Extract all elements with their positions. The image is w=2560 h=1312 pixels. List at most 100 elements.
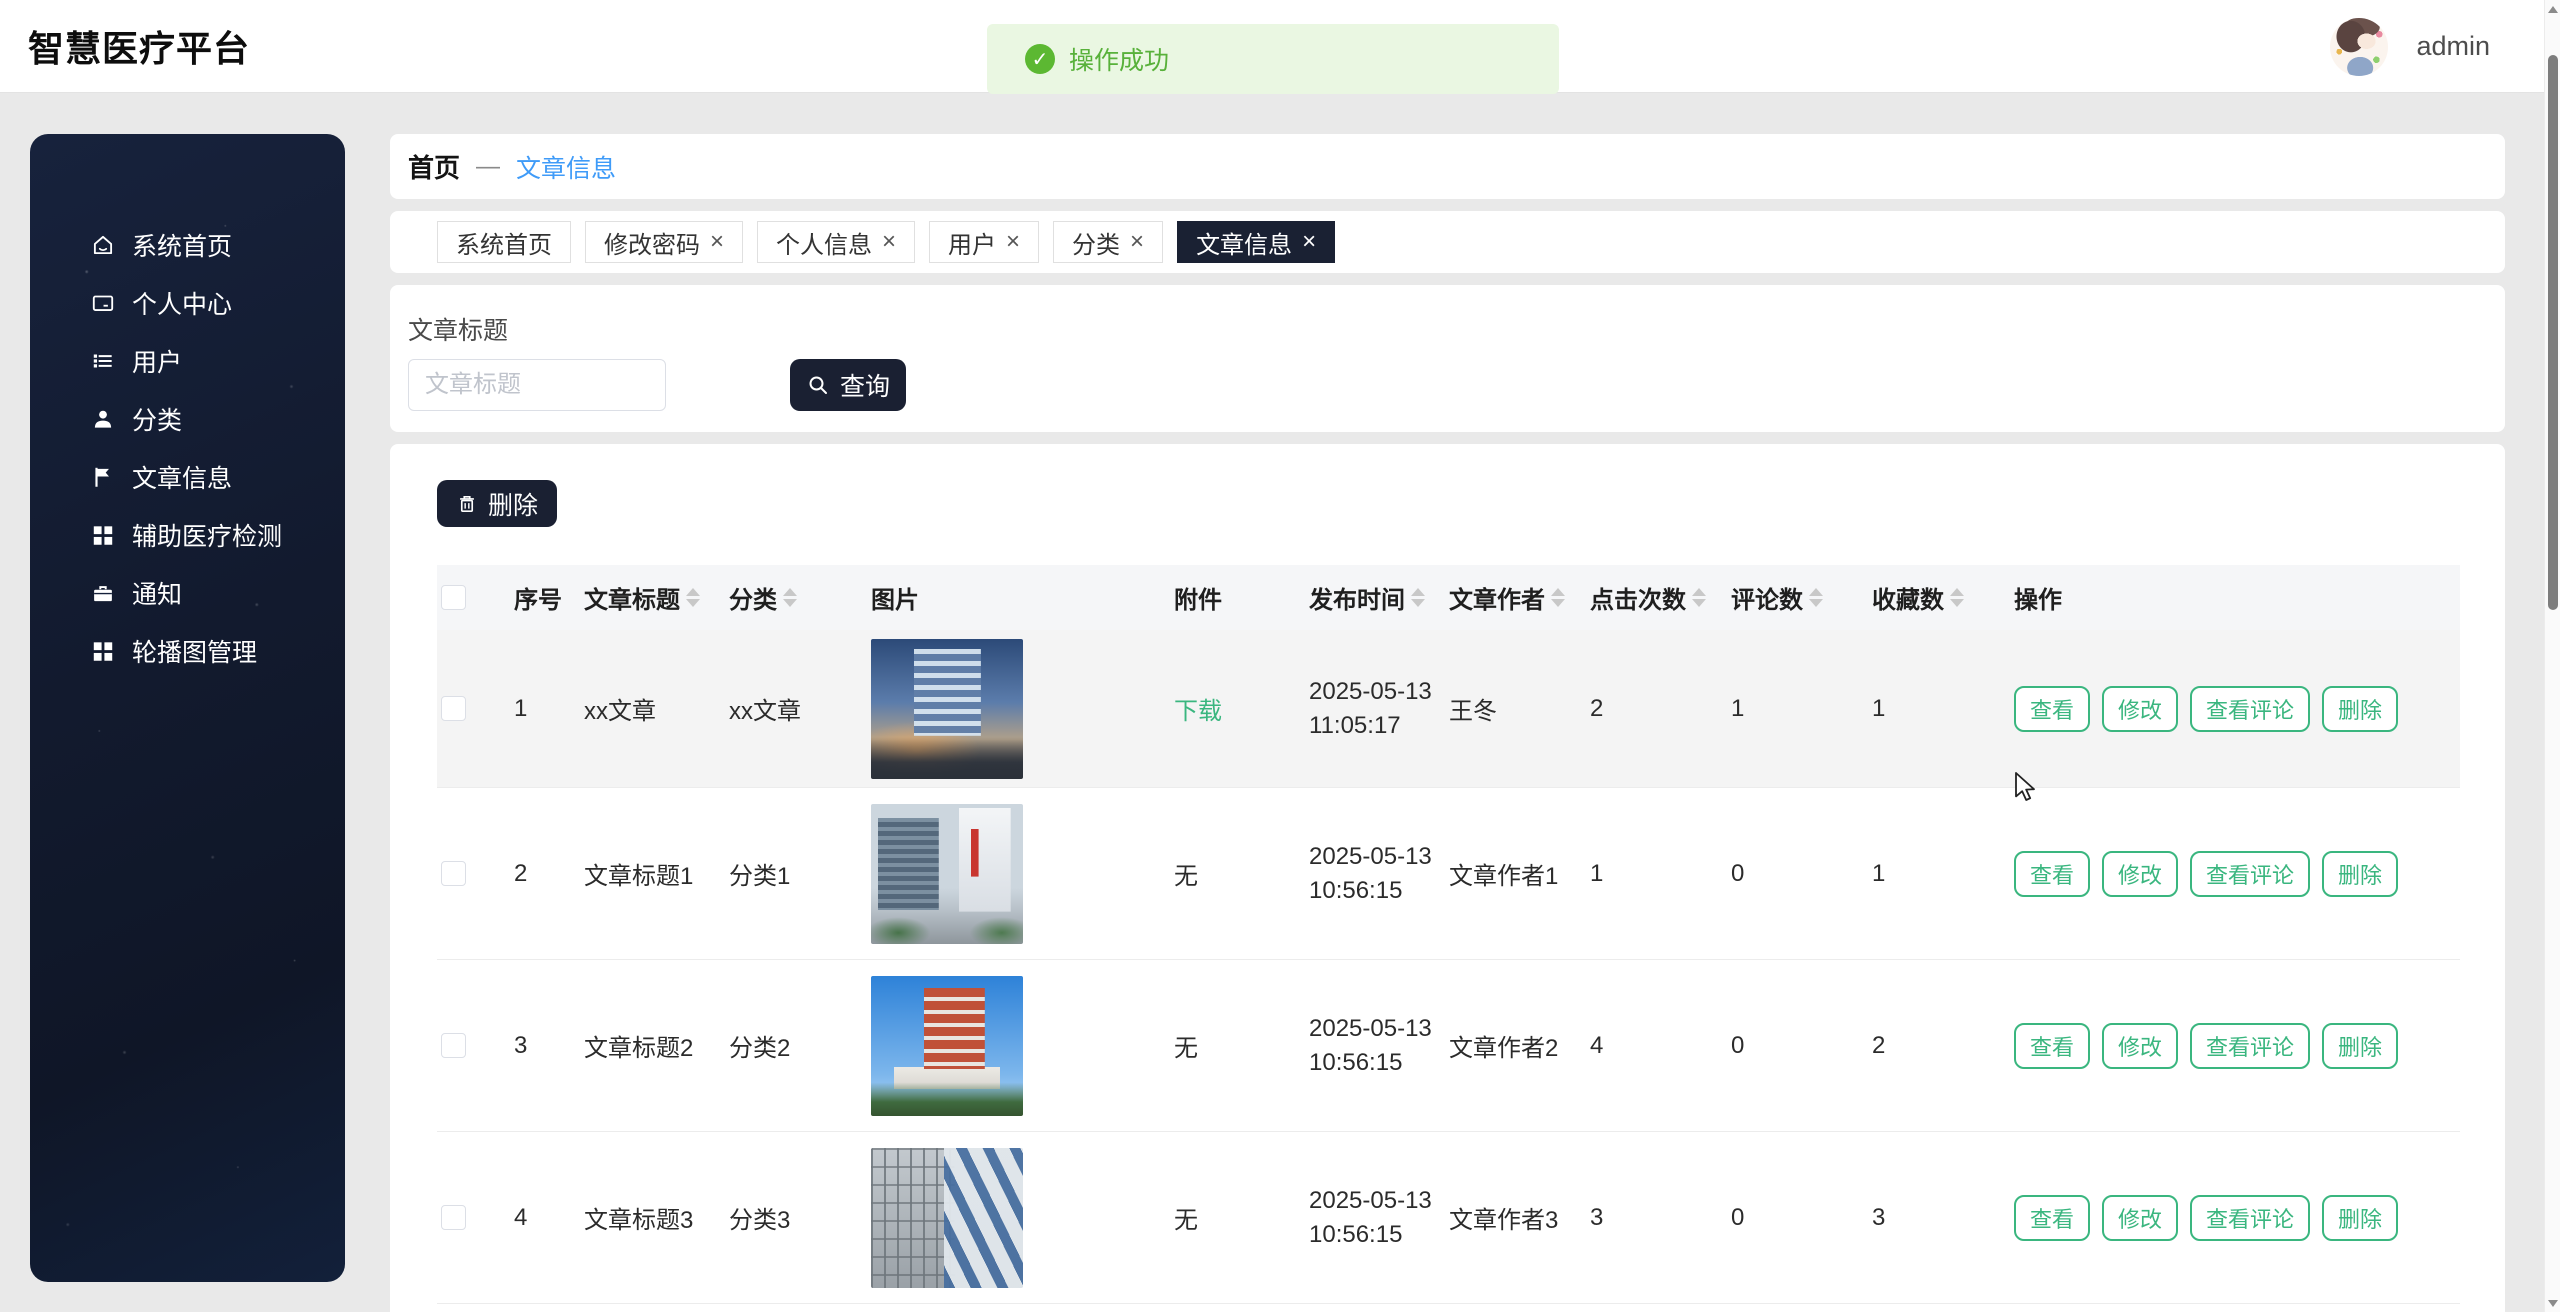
- article-image: [871, 639, 1023, 779]
- sidebar-item-personal-center[interactable]: 个人中心: [30, 274, 345, 332]
- table-row: 3 文章标题2 分类2 无 2025-05-13 10:56:15 文章作者2 …: [437, 960, 2460, 1132]
- briefcase-icon: [90, 580, 116, 606]
- column-header[interactable]: 序号: [514, 580, 584, 615]
- article-title: xx文章: [584, 691, 729, 726]
- column-header[interactable]: 点击次数: [1590, 580, 1731, 615]
- tab[interactable]: 文章信息 ×: [1177, 221, 1335, 263]
- publish-clock: 10:56:15: [1309, 877, 1402, 905]
- column-header-label: 文章标题: [584, 580, 680, 615]
- sort-icon[interactable]: [686, 588, 700, 607]
- sidebar-item-articles[interactable]: 文章信息: [30, 448, 345, 506]
- close-icon[interactable]: ×: [710, 230, 724, 254]
- edit-button[interactable]: 修改: [2102, 686, 2178, 732]
- sidebar-item-carousel-management[interactable]: 轮播图管理: [30, 622, 345, 680]
- person-icon: [90, 406, 116, 432]
- close-icon[interactable]: ×: [1302, 230, 1316, 254]
- scroll-down-arrow-icon[interactable]: [2545, 1294, 2560, 1312]
- view-button[interactable]: 查看: [2014, 1023, 2090, 1069]
- delete-row-button[interactable]: 删除: [2322, 686, 2398, 732]
- breadcrumb-current[interactable]: 文章信息: [516, 149, 616, 185]
- query-button[interactable]: 查询: [790, 359, 906, 411]
- attachment-link[interactable]: 无: [1174, 1028, 1198, 1063]
- sidebar-item-categories[interactable]: 分类: [30, 390, 345, 448]
- view-button[interactable]: 查看: [2014, 686, 2090, 732]
- delete-row-button[interactable]: 删除: [2322, 851, 2398, 897]
- sort-icon[interactable]: [1411, 588, 1425, 607]
- attachment-link[interactable]: 无: [1174, 856, 1198, 891]
- article-title-input[interactable]: [408, 359, 666, 411]
- tab[interactable]: 系统首页: [437, 221, 571, 263]
- row-checkbox[interactable]: [441, 696, 466, 721]
- scrollbar-thumb[interactable]: [2548, 55, 2558, 610]
- column-header[interactable]: 评论数: [1731, 580, 1872, 615]
- sort-icon[interactable]: [783, 588, 797, 607]
- publish-date: 2025-05-13: [1309, 678, 1432, 706]
- user-menu[interactable]: admin: [2330, 0, 2490, 93]
- sidebar-item-label: 文章信息: [132, 459, 232, 495]
- sidebar-item-notifications[interactable]: 通知: [30, 564, 345, 622]
- column-header[interactable]: 文章标题: [584, 580, 729, 615]
- sidebar-item-system-home[interactable]: 系统首页: [30, 216, 345, 274]
- column-header[interactable]: 图片: [871, 580, 1174, 615]
- article-category: xx文章: [729, 691, 871, 726]
- breadcrumb-home[interactable]: 首页: [408, 148, 460, 185]
- close-icon[interactable]: ×: [1130, 230, 1144, 254]
- row-actions: 查看 修改 查看评论 删除: [2014, 1195, 2460, 1241]
- search-icon: [806, 373, 830, 397]
- row-actions: 查看 修改 查看评论 删除: [2014, 851, 2460, 897]
- sidebar-item-assist-medical-detection[interactable]: 辅助医疗检测: [30, 506, 345, 564]
- row-checkbox[interactable]: [441, 861, 466, 886]
- column-header-label: 序号: [514, 580, 562, 615]
- tab[interactable]: 用户 ×: [929, 221, 1039, 263]
- row-checkbox[interactable]: [441, 1033, 466, 1058]
- view-comments-button[interactable]: 查看评论: [2190, 1023, 2310, 1069]
- select-all-checkbox[interactable]: [441, 585, 466, 610]
- column-header[interactable]: 文章作者: [1449, 580, 1590, 615]
- sort-icon[interactable]: [1950, 588, 1964, 607]
- tab-bar: 系统首页 修改密码 × 个人信息 × 用户 × 分类 ×: [390, 211, 2505, 273]
- edit-button[interactable]: 修改: [2102, 851, 2178, 897]
- tab[interactable]: 个人信息 ×: [757, 221, 915, 263]
- sidebar: 系统首页 个人中心 用户 分类 文章信息 辅助医疗检测 通知 轮播图管理: [30, 134, 345, 1282]
- column-header[interactable]: 收藏数: [1872, 580, 2014, 615]
- column-header[interactable]: 附件: [1174, 580, 1309, 615]
- column-header[interactable]: 操作: [2014, 580, 2460, 615]
- article-author: 王冬: [1449, 691, 1590, 726]
- row-index: 1: [514, 695, 584, 723]
- delete-row-button[interactable]: 删除: [2322, 1023, 2398, 1069]
- publish-clock: 10:56:15: [1309, 1221, 1402, 1249]
- view-comments-button[interactable]: 查看评论: [2190, 851, 2310, 897]
- edit-button[interactable]: 修改: [2102, 1195, 2178, 1241]
- edit-button[interactable]: 修改: [2102, 1023, 2178, 1069]
- search-field-label: 文章标题: [408, 311, 2505, 347]
- sort-icon[interactable]: [1692, 588, 1706, 607]
- column-header[interactable]: 分类: [729, 580, 871, 615]
- tab[interactable]: 修改密码 ×: [585, 221, 743, 263]
- view-comments-button[interactable]: 查看评论: [2190, 1195, 2310, 1241]
- delete-button[interactable]: 删除: [437, 480, 557, 527]
- view-comments-button[interactable]: 查看评论: [2190, 686, 2310, 732]
- sort-icon[interactable]: [1551, 588, 1565, 607]
- tab[interactable]: 分类 ×: [1053, 221, 1163, 263]
- column-header[interactable]: 发布时间: [1309, 580, 1449, 615]
- sort-icon[interactable]: [1809, 588, 1823, 607]
- close-icon[interactable]: ×: [1006, 230, 1020, 254]
- column-header-label: 收藏数: [1872, 580, 1944, 615]
- favorite-count: 1: [1872, 695, 2014, 723]
- row-actions: 查看 修改 查看评论 删除: [2014, 1023, 2460, 1069]
- username: admin: [2416, 31, 2490, 62]
- avatar[interactable]: [2330, 18, 2388, 76]
- close-icon[interactable]: ×: [882, 230, 896, 254]
- row-checkbox[interactable]: [441, 1205, 466, 1230]
- breadcrumb: 首页 — 文章信息: [390, 134, 2505, 199]
- view-button[interactable]: 查看: [2014, 851, 2090, 897]
- click-count: 4: [1590, 1032, 1731, 1060]
- attachment-link[interactable]: 无: [1174, 1200, 1198, 1235]
- tab-label: 修改密码: [604, 225, 700, 260]
- sidebar-item-users[interactable]: 用户: [30, 332, 345, 390]
- delete-row-button[interactable]: 删除: [2322, 1195, 2398, 1241]
- scroll-up-arrow-icon[interactable]: [2545, 0, 2560, 18]
- attachment-link[interactable]: 下载: [1174, 691, 1222, 726]
- view-button[interactable]: 查看: [2014, 1195, 2090, 1241]
- vertical-scrollbar[interactable]: [2544, 0, 2560, 1312]
